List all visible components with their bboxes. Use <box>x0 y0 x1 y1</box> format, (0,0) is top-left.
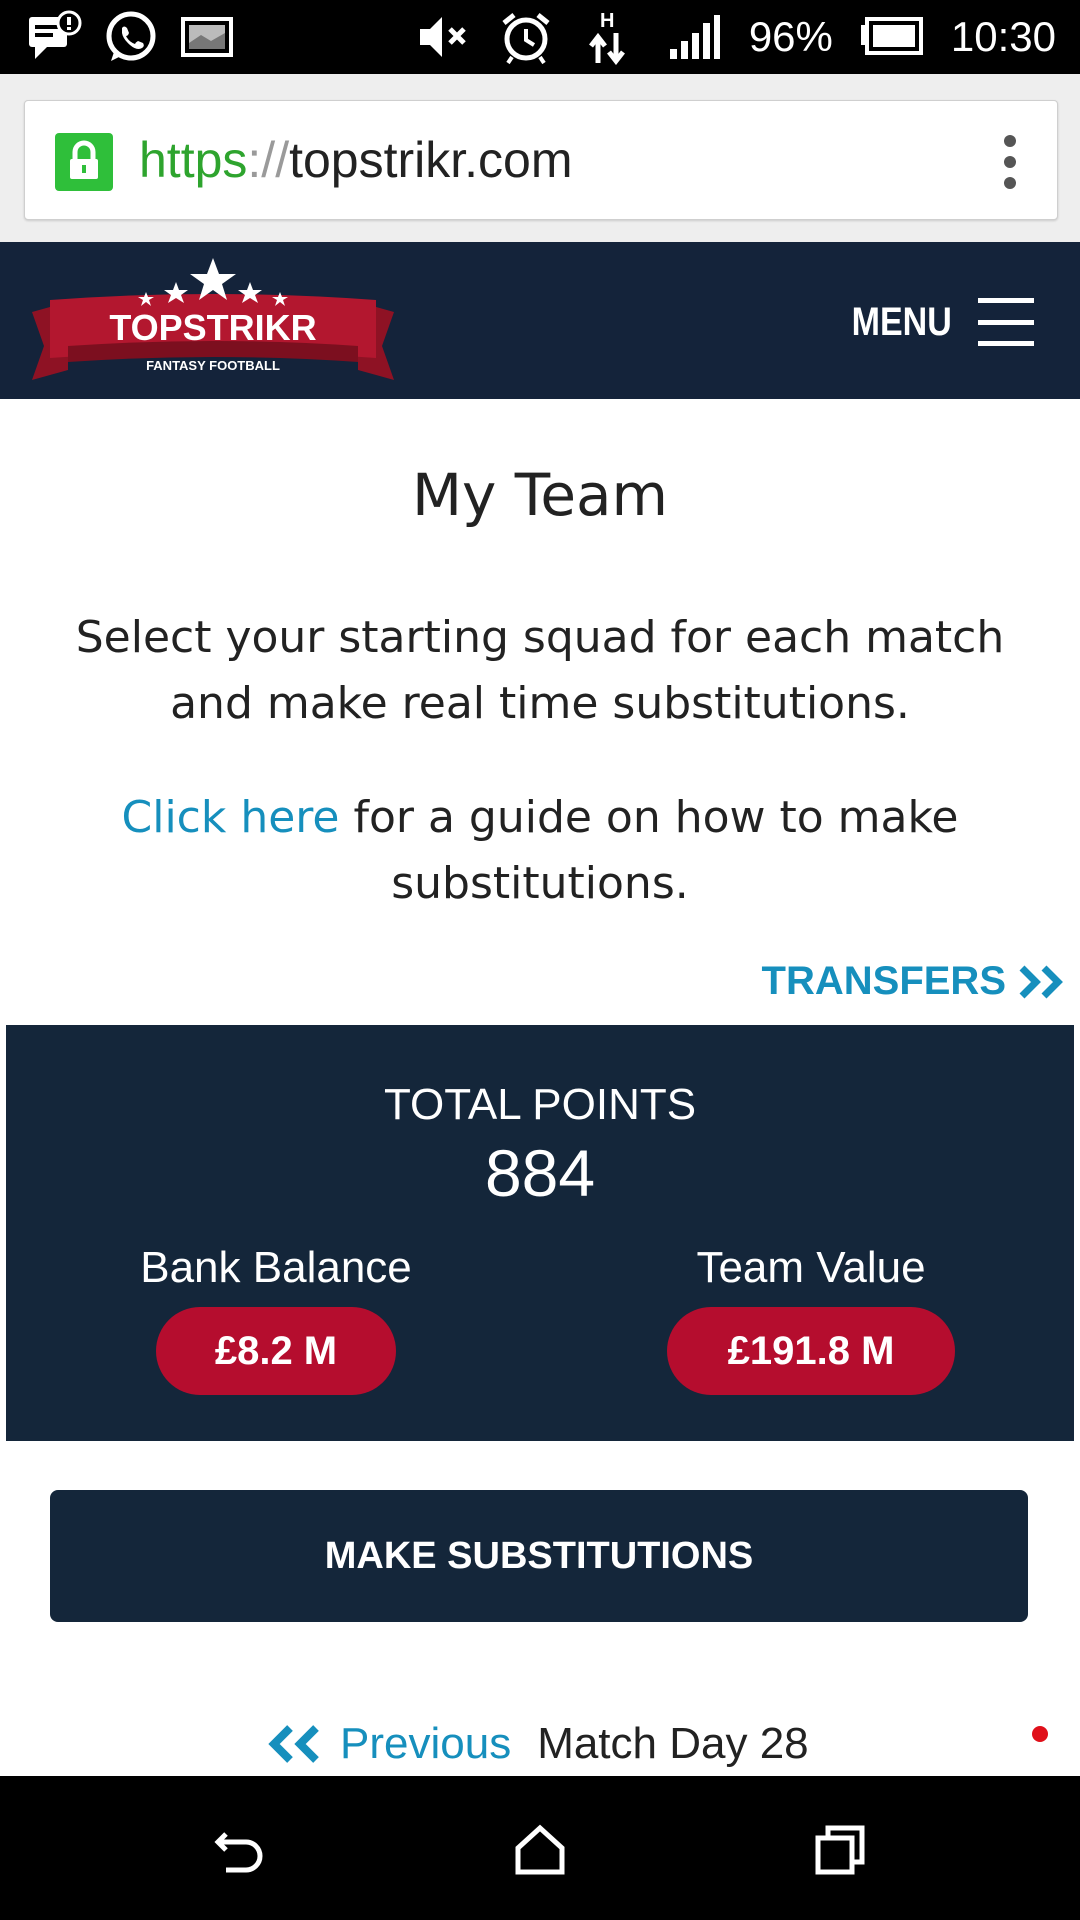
menu-button[interactable]: MENU <box>834 298 1034 346</box>
url-bar[interactable]: https://topstrikr.com <box>24 100 1058 220</box>
overflow-menu-icon[interactable] <box>1003 135 1017 189</box>
match-day-label: Match Day 28 <box>537 1719 809 1768</box>
transfers-label: TRANSFERS <box>761 959 1006 1003</box>
signal-icon <box>665 8 723 66</box>
message-notification-icon <box>26 8 84 66</box>
back-icon[interactable] <box>210 1820 270 1880</box>
site-header: TOPSTRIKR FANTASY FOOTBALL MENU <box>0 242 1080 399</box>
lock-icon[interactable] <box>55 133 113 191</box>
make-substitutions-button[interactable]: MAKE SUBSTITUTIONS <box>50 1490 1028 1622</box>
match-day-nav: Previous Match Day 28 <box>264 1719 809 1769</box>
page-description: Select your starting squad for each matc… <box>75 612 1005 729</box>
guide-link[interactable]: Click here <box>122 792 340 843</box>
bank-balance-label: Bank Balance <box>140 1243 412 1292</box>
guide-text: Click here for a guide on how to make su… <box>30 785 1050 917</box>
alarm-icon <box>497 8 555 66</box>
bank-balance-badge: £8.2 M <box>156 1307 396 1395</box>
url-text[interactable]: https://topstrikr.com <box>139 131 573 189</box>
whatsapp-icon <box>102 8 160 66</box>
url-separator: :// <box>247 132 290 188</box>
logo-wordmark: TOPSTRIKR <box>109 307 316 348</box>
previous-link[interactable]: Previous <box>340 1719 511 1769</box>
team-value-badge: £191.8 M <box>667 1307 955 1395</box>
system-nav-bar <box>0 1776 1080 1920</box>
menu-label: MENU <box>851 299 952 344</box>
double-chevron-left-icon[interactable] <box>264 1722 326 1766</box>
battery-percent: 96% <box>748 13 833 60</box>
score-summary-panel: TOTAL POINTS 884 Bank Balance £8.2 M Tea… <box>6 1025 1074 1441</box>
home-icon[interactable] <box>510 1820 570 1880</box>
topstrikr-logo[interactable]: TOPSTRIKR FANTASY FOOTBALL <box>28 252 398 392</box>
total-points-label: TOTAL POINTS <box>383 1080 697 1129</box>
url-host: topstrikr.com <box>289 132 573 188</box>
mute-icon <box>413 8 471 66</box>
browser-toolbar: https://topstrikr.com <box>0 74 1080 242</box>
notification-dot <box>1032 1726 1048 1742</box>
page-title: My Team <box>411 461 669 529</box>
url-scheme: https <box>139 132 248 188</box>
transfers-link[interactable]: TRANSFERS <box>762 959 1070 1004</box>
data-arrows-icon: H <box>581 8 639 66</box>
clock: 10:30 <box>950 13 1056 60</box>
team-value-label: Team Value <box>696 1243 926 1292</box>
gallery-icon <box>178 8 236 66</box>
bank-balance-block: Bank Balance £8.2 M <box>116 1243 436 1395</box>
double-chevron-right-icon <box>1019 965 1063 998</box>
hamburger-icon <box>978 298 1034 346</box>
team-value-block: Team Value £191.8 M <box>646 1243 976 1395</box>
svg-text:H: H <box>600 10 614 32</box>
recent-apps-icon[interactable] <box>810 1820 870 1880</box>
total-points-value: 884 <box>484 1136 596 1210</box>
battery-icon <box>859 8 925 66</box>
logo-subtext: FANTASY FOOTBALL <box>146 358 280 373</box>
guide-rest-text: for a guide on how to make substitutions… <box>339 792 959 909</box>
status-bar: H 96% 10:30 <box>0 0 1080 74</box>
